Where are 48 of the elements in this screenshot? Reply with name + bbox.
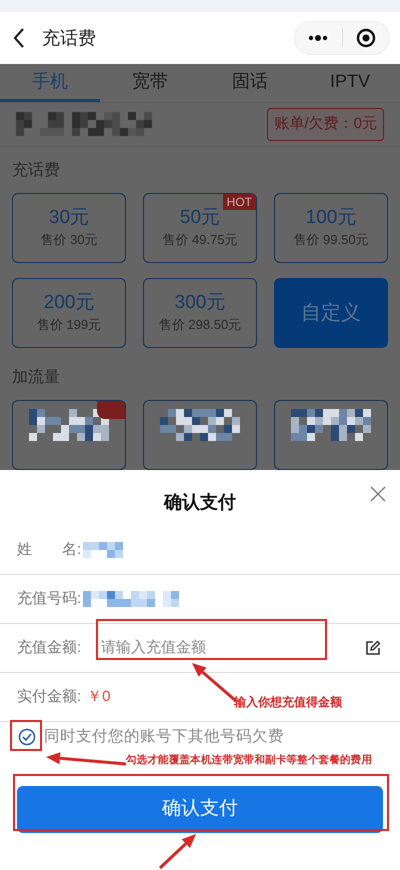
field-label: 实付金额: xyxy=(17,686,82,707)
tab[interactable]: 手机 xyxy=(0,64,100,102)
tab[interactable]: IPTV xyxy=(300,64,400,102)
back-icon[interactable] xyxy=(12,27,26,49)
redacted-value xyxy=(83,542,124,558)
amount-option[interactable]: 300元 售价 298.50元 xyxy=(143,278,257,348)
confirm-pay-button[interactable]: 确认支付 xyxy=(17,786,383,833)
price-label: 售价 30元 xyxy=(40,231,98,250)
edit-icon[interactable] xyxy=(365,640,381,656)
amount-option[interactable]: 100元 售价 99.50元 xyxy=(274,193,388,263)
amount-input[interactable]: 请输入充值金额 xyxy=(101,636,312,660)
page-title: 充话费 xyxy=(42,26,96,50)
price-label: 售价 99.50元 xyxy=(293,231,369,250)
price-label: 售价 49.75元 xyxy=(162,231,238,250)
field-label: 充值号码: xyxy=(17,588,82,609)
data-plan-card[interactable] xyxy=(143,400,257,470)
section-title: 充话费 xyxy=(11,160,61,181)
corner-badge xyxy=(97,401,125,419)
amount-value: ￥0 xyxy=(87,686,111,707)
sheet-title: 确认支付 xyxy=(164,490,236,514)
close-icon[interactable] xyxy=(370,486,386,502)
amount-label: 50元 xyxy=(180,206,220,230)
custom-amount-button[interactable]: 自定义 xyxy=(274,278,388,348)
annotation-text: 勾选才能覆盖本机连带宽带和副卡等整个套餐的费用 xyxy=(126,753,372,768)
bill-badge[interactable]: 账单/欠费：0元 xyxy=(267,108,384,141)
tab[interactable]: 固话 xyxy=(200,64,300,102)
amount-label: 200元 xyxy=(44,291,94,316)
tab[interactable]: 宽带 xyxy=(100,64,200,102)
amount-label: 100元 xyxy=(306,206,356,230)
field-label: 充值金额: xyxy=(17,638,82,658)
amount-option[interactable]: HOT 50元 售价 49.75元 xyxy=(143,193,257,263)
amount-option[interactable]: 200元 售价 199元 xyxy=(12,278,126,348)
amount-label: 30元 xyxy=(48,206,90,230)
price-label: 售价 199元 xyxy=(36,316,102,334)
amount-option[interactable]: 30元 售价 30元 xyxy=(12,193,126,263)
field-label: 姓 名: xyxy=(17,540,82,560)
data-plan-card[interactable] xyxy=(274,400,388,470)
price-label: 售价 298.50元 xyxy=(158,316,242,334)
checkbox[interactable] xyxy=(18,728,36,746)
section-title: 加流量 xyxy=(11,368,61,388)
more-icon[interactable] xyxy=(308,35,328,41)
amount-label: 300元 xyxy=(174,291,226,316)
hot-badge: HOT xyxy=(222,194,256,210)
checkbox-label: 同时支付您的账号下其他号码欠费 xyxy=(44,728,284,746)
data-plan-card[interactable] xyxy=(12,400,126,470)
annotation-arrow xyxy=(158,832,198,870)
highlight-box xyxy=(10,720,42,751)
close-mini-program-icon[interactable] xyxy=(356,28,376,48)
